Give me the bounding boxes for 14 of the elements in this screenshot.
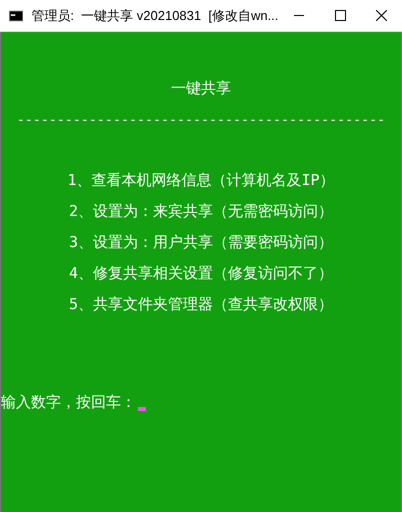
menu-option: 3、设置为：用户共享（需要密码访问） [68,232,334,254]
console-icon [9,10,24,22]
console-heading: 一键共享 [171,78,231,99]
cursor-icon [138,406,146,411]
maximize-icon [334,10,346,21]
close-icon [376,10,387,21]
input-prompt: 输入数字，按回车： [1,392,136,414]
menu-option: 4、修复共享相关设置（修复访问不了） [68,263,334,284]
menu-option: 5、共享文件夹管理器（查共享改权限） [68,294,334,316]
menu-option: 1、查看本机网络信息（计算机名及IP） [67,170,335,192]
window-title: 管理员: 一键共享 v20210831 [修改自wn... [31,6,278,25]
minimize-icon [294,15,304,16]
menu-option: 2、设置为：来宾共享（无需密码访问） [68,201,334,222]
separator-line: ---------------------------------------------- [16,112,386,130]
